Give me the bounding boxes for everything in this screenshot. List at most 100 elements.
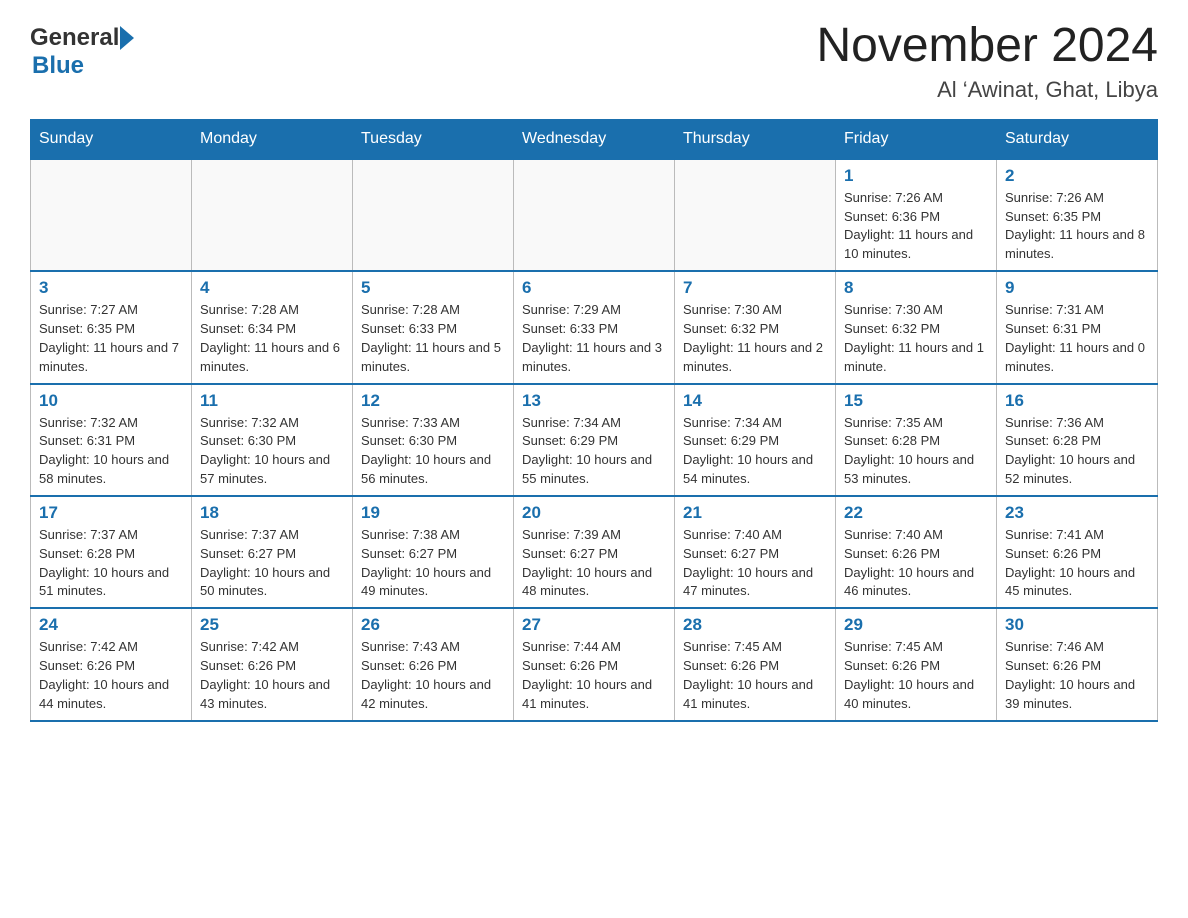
calendar-cell: 30Sunrise: 7:46 AM Sunset: 6:26 PM Dayli… (997, 608, 1158, 720)
day-number: 14 (683, 391, 827, 411)
day-number: 16 (1005, 391, 1149, 411)
day-info: Sunrise: 7:31 AM Sunset: 6:31 PM Dayligh… (1005, 301, 1149, 376)
day-info: Sunrise: 7:42 AM Sunset: 6:26 PM Dayligh… (200, 638, 344, 713)
day-info: Sunrise: 7:42 AM Sunset: 6:26 PM Dayligh… (39, 638, 183, 713)
day-number: 29 (844, 615, 988, 635)
day-number: 11 (200, 391, 344, 411)
calendar-cell: 18 Sunrise: 7:37 AM Sunset: 6:27 PM Dayli… (192, 496, 353, 608)
calendar-cell: 5 Sunrise: 7:28 AM Sunset: 6:33 PM Daylig… (353, 271, 514, 383)
title-area: November 2024 Al ‘Awinat, Ghat, Libya (816, 20, 1158, 103)
calendar-cell: 14Sunrise: 7:34 AM Sunset: 6:29 PM Dayli… (675, 384, 836, 496)
calendar-cell: 6 Sunrise: 7:29 AM Sunset: 6:33 PM Daylig… (514, 271, 675, 383)
weekday-header-tuesday: Tuesday (353, 119, 514, 159)
calendar-week-row: 1 Sunrise: 7:26 AM Sunset: 6:36 PM Daylig… (31, 159, 1158, 271)
day-info: Sunrise: 7:29 AM Sunset: 6:33 PM Dayligh… (522, 301, 666, 376)
calendar-cell: 3 Sunrise: 7:27 AM Sunset: 6:35 PM Daylig… (31, 271, 192, 383)
calendar-cell: 19 Sunrise: 7:38 AM Sunset: 6:27 PM Dayli… (353, 496, 514, 608)
calendar-cell: 12 Sunrise: 7:33 AM Sunset: 6:30 PM Dayli… (353, 384, 514, 496)
logo-blue-text: Blue (32, 52, 84, 80)
weekday-header-sunday: Sunday (31, 119, 192, 159)
day-info: Sunrise: 7:37 AM Sunset: 6:27 PM Dayligh… (200, 526, 344, 601)
day-info: Sunrise: 7:37 AM Sunset: 6:28 PM Dayligh… (39, 526, 183, 601)
calendar-cell: 25 Sunrise: 7:42 AM Sunset: 6:26 PM Dayli… (192, 608, 353, 720)
logo: General Blue (30, 20, 134, 80)
day-info: Sunrise: 7:39 AM Sunset: 6:27 PM Dayligh… (522, 526, 666, 601)
day-number: 15 (844, 391, 988, 411)
calendar-week-row: 10 Sunrise: 7:32 AM Sunset: 6:31 PM Dayli… (31, 384, 1158, 496)
weekday-header-monday: Monday (192, 119, 353, 159)
weekday-header-wednesday: Wednesday (514, 119, 675, 159)
day-number: 5 (361, 278, 505, 298)
day-number: 10 (39, 391, 183, 411)
calendar-cell: 10 Sunrise: 7:32 AM Sunset: 6:31 PM Dayli… (31, 384, 192, 496)
day-info: Sunrise: 7:35 AM Sunset: 6:28 PM Dayligh… (844, 414, 988, 489)
day-info: Sunrise: 7:30 AM Sunset: 6:32 PM Dayligh… (844, 301, 988, 376)
calendar-cell: 26 Sunrise: 7:43 AM Sunset: 6:26 PM Dayli… (353, 608, 514, 720)
calendar-cell: 16 Sunrise: 7:36 AM Sunset: 6:28 PM Dayli… (997, 384, 1158, 496)
day-number: 7 (683, 278, 827, 298)
day-info: Sunrise: 7:26 AM Sunset: 6:35 PM Dayligh… (1005, 189, 1149, 264)
calendar-table: SundayMondayTuesdayWednesdayThursdayFrid… (30, 119, 1158, 722)
day-number: 6 (522, 278, 666, 298)
day-number: 13 (522, 391, 666, 411)
day-info: Sunrise: 7:46 AM Sunset: 6:26 PM Dayligh… (1005, 638, 1149, 713)
calendar-cell: 1 Sunrise: 7:26 AM Sunset: 6:36 PM Daylig… (836, 159, 997, 271)
page-header: General Blue November 2024 Al ‘Awinat, G… (30, 20, 1158, 103)
calendar-cell (192, 159, 353, 271)
calendar-week-row: 17 Sunrise: 7:37 AM Sunset: 6:28 PM Dayli… (31, 496, 1158, 608)
day-info: Sunrise: 7:27 AM Sunset: 6:35 PM Dayligh… (39, 301, 183, 376)
day-number: 18 (200, 503, 344, 523)
day-number: 12 (361, 391, 505, 411)
day-number: 4 (200, 278, 344, 298)
calendar-cell (31, 159, 192, 271)
calendar-cell: 9 Sunrise: 7:31 AM Sunset: 6:31 PM Daylig… (997, 271, 1158, 383)
day-info: Sunrise: 7:44 AM Sunset: 6:26 PM Dayligh… (522, 638, 666, 713)
day-number: 22 (844, 503, 988, 523)
calendar-cell (353, 159, 514, 271)
day-info: Sunrise: 7:26 AM Sunset: 6:36 PM Dayligh… (844, 189, 988, 264)
day-number: 8 (844, 278, 988, 298)
day-info: Sunrise: 7:38 AM Sunset: 6:27 PM Dayligh… (361, 526, 505, 601)
calendar-cell: 27Sunrise: 7:44 AM Sunset: 6:26 PM Dayli… (514, 608, 675, 720)
calendar-cell: 15 Sunrise: 7:35 AM Sunset: 6:28 PM Dayli… (836, 384, 997, 496)
day-info: Sunrise: 7:32 AM Sunset: 6:31 PM Dayligh… (39, 414, 183, 489)
day-number: 9 (1005, 278, 1149, 298)
calendar-cell: 2 Sunrise: 7:26 AM Sunset: 6:35 PM Daylig… (997, 159, 1158, 271)
day-number: 28 (683, 615, 827, 635)
calendar-cell: 13 Sunrise: 7:34 AM Sunset: 6:29 PM Dayli… (514, 384, 675, 496)
logo-triangle-icon (120, 26, 134, 50)
calendar-week-row: 3 Sunrise: 7:27 AM Sunset: 6:35 PM Daylig… (31, 271, 1158, 383)
day-number: 19 (361, 503, 505, 523)
calendar-cell: 8 Sunrise: 7:30 AM Sunset: 6:32 PM Daylig… (836, 271, 997, 383)
calendar-cell: 23Sunrise: 7:41 AM Sunset: 6:26 PM Dayli… (997, 496, 1158, 608)
calendar-cell (675, 159, 836, 271)
day-info: Sunrise: 7:33 AM Sunset: 6:30 PM Dayligh… (361, 414, 505, 489)
day-number: 24 (39, 615, 183, 635)
day-info: Sunrise: 7:36 AM Sunset: 6:28 PM Dayligh… (1005, 414, 1149, 489)
day-info: Sunrise: 7:34 AM Sunset: 6:29 PM Dayligh… (522, 414, 666, 489)
weekday-header-row: SundayMondayTuesdayWednesdayThursdayFrid… (31, 119, 1158, 159)
calendar-cell: 29Sunrise: 7:45 AM Sunset: 6:26 PM Dayli… (836, 608, 997, 720)
day-number: 2 (1005, 166, 1149, 186)
day-number: 3 (39, 278, 183, 298)
day-number: 25 (200, 615, 344, 635)
day-number: 26 (361, 615, 505, 635)
location-title: Al ‘Awinat, Ghat, Libya (816, 77, 1158, 103)
weekday-header-saturday: Saturday (997, 119, 1158, 159)
day-info: Sunrise: 7:28 AM Sunset: 6:34 PM Dayligh… (200, 301, 344, 376)
day-info: Sunrise: 7:32 AM Sunset: 6:30 PM Dayligh… (200, 414, 344, 489)
logo-general-text: General (30, 24, 119, 52)
calendar-cell: 4 Sunrise: 7:28 AM Sunset: 6:34 PM Daylig… (192, 271, 353, 383)
calendar-cell: 22 Sunrise: 7:40 AM Sunset: 6:26 PM Dayli… (836, 496, 997, 608)
day-info: Sunrise: 7:40 AM Sunset: 6:27 PM Dayligh… (683, 526, 827, 601)
day-info: Sunrise: 7:41 AM Sunset: 6:26 PM Dayligh… (1005, 526, 1149, 601)
day-number: 17 (39, 503, 183, 523)
calendar-cell: 7 Sunrise: 7:30 AM Sunset: 6:32 PM Daylig… (675, 271, 836, 383)
day-info: Sunrise: 7:28 AM Sunset: 6:33 PM Dayligh… (361, 301, 505, 376)
day-info: Sunrise: 7:40 AM Sunset: 6:26 PM Dayligh… (844, 526, 988, 601)
day-info: Sunrise: 7:43 AM Sunset: 6:26 PM Dayligh… (361, 638, 505, 713)
calendar-week-row: 24 Sunrise: 7:42 AM Sunset: 6:26 PM Dayli… (31, 608, 1158, 720)
day-info: Sunrise: 7:30 AM Sunset: 6:32 PM Dayligh… (683, 301, 827, 376)
day-info: Sunrise: 7:45 AM Sunset: 6:26 PM Dayligh… (683, 638, 827, 713)
day-number: 1 (844, 166, 988, 186)
